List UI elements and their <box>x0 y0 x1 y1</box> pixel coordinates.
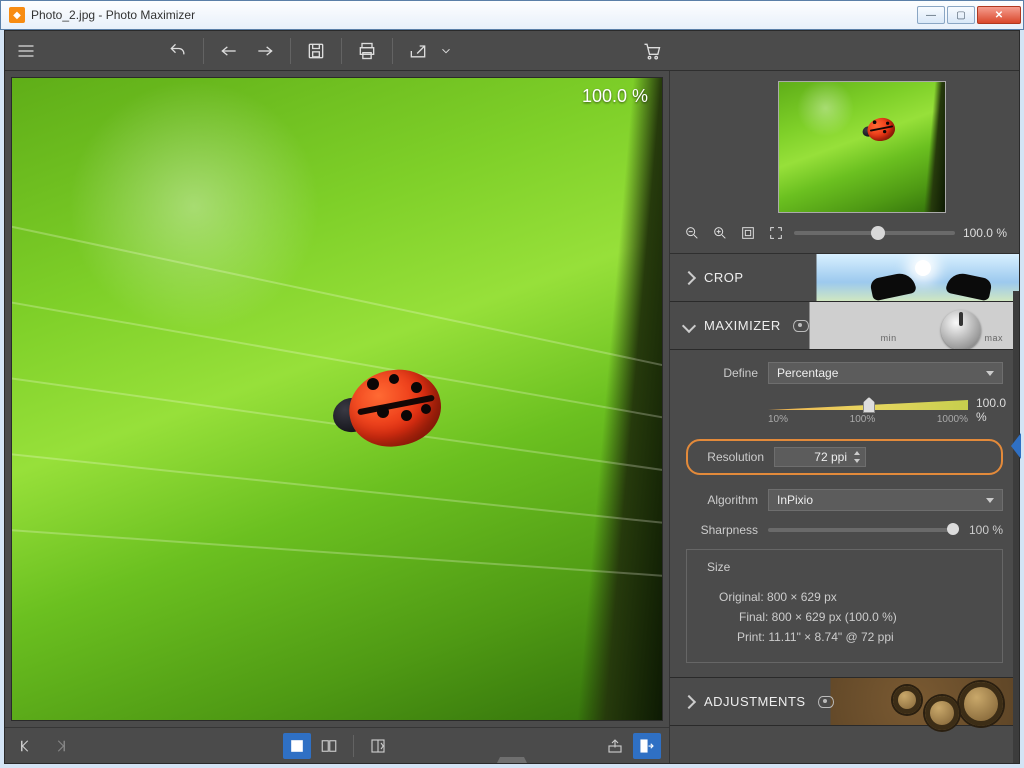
canvas-footer <box>5 727 669 763</box>
toolbar-separator <box>290 38 291 64</box>
app-icon: ◆ <box>9 7 25 23</box>
panel-maximizer-header[interactable]: MAXIMIZER min max <box>670 302 1019 350</box>
tick-1000: 1000% <box>937 414 968 425</box>
resolution-label: Resolution <box>698 450 764 464</box>
algorithm-select[interactable]: InPixio <box>768 489 1003 511</box>
navigator-thumbnail[interactable] <box>778 81 946 213</box>
share-dropdown[interactable] <box>439 36 453 66</box>
undo-button[interactable] <box>214 36 244 66</box>
chevron-right-icon <box>682 694 696 708</box>
cart-button[interactable] <box>637 36 667 66</box>
close-button[interactable]: ✕ <box>977 6 1021 24</box>
chevron-down-icon <box>682 318 696 332</box>
gear-icon <box>959 682 1003 726</box>
actual-size-icon[interactable] <box>766 223 786 243</box>
resolution-input[interactable]: 72 ppi <box>774 447 866 467</box>
dial-icon <box>941 310 981 350</box>
fit-screen-icon[interactable] <box>738 223 758 243</box>
percentage-value: 100.0 % <box>976 396 1006 424</box>
photo-ladybug <box>331 360 451 455</box>
panel-crop-title: CROP <box>704 270 744 285</box>
main-pane: 100.0 % <box>5 71 669 763</box>
footer-separator <box>353 735 354 757</box>
toolbar-separator <box>392 38 393 64</box>
chevron-right-icon <box>682 270 696 284</box>
share-button[interactable] <box>403 36 433 66</box>
print-button[interactable] <box>352 36 382 66</box>
toolbar-separator <box>203 38 204 64</box>
menu-button[interactable] <box>11 36 41 66</box>
caret-down-icon <box>986 371 994 376</box>
caret-down-icon <box>986 498 994 503</box>
resolution-step-up[interactable] <box>851 449 863 457</box>
panel-adjustments-header[interactable]: ADJUSTMENTS <box>670 678 1019 726</box>
undo-history-button[interactable] <box>163 36 193 66</box>
visibility-icon[interactable] <box>818 696 834 708</box>
side-panel: 100.0 % CROP MAXIMIZER min <box>669 71 1019 763</box>
export-right-button[interactable] <box>633 733 661 759</box>
panels-accordion: CROP MAXIMIZER min max <box>670 253 1019 763</box>
window-titlebar: ◆ Photo_2.jpg - Photo Maximizer — ▢ ✕ <box>0 0 1024 30</box>
image-canvas[interactable]: 100.0 % <box>11 77 663 721</box>
size-original: Original: 800 × 629 px <box>719 590 988 604</box>
panel-crop-header[interactable]: CROP <box>670 254 1019 302</box>
sharpness-label: Sharpness <box>686 523 758 537</box>
resolution-value: 72 ppi <box>814 450 847 464</box>
percentage-slider[interactable]: 10% 100% 1000% <box>768 400 968 425</box>
view-single-button[interactable] <box>283 733 311 759</box>
view-compare-button[interactable] <box>315 733 343 759</box>
toolbar-separator <box>341 38 342 64</box>
navigator-zoom-row: 100.0 % <box>670 217 1019 253</box>
size-print: Print: 11.11" × 8.74" @ 72 ppi <box>737 630 988 644</box>
size-final: Final: 800 × 629 px (100.0 %) <box>739 610 988 624</box>
zoom-out-icon[interactable] <box>682 223 702 243</box>
next-image-button[interactable] <box>45 733 73 759</box>
define-value: Percentage <box>777 366 838 380</box>
prev-image-button[interactable] <box>13 733 41 759</box>
resolution-row-highlight: Resolution 72 ppi <box>686 439 1003 475</box>
window-title: Photo_2.jpg - Photo Maximizer <box>31 8 917 22</box>
app-frame: 100.0 % <box>4 30 1020 764</box>
minimize-button[interactable]: — <box>917 6 945 24</box>
crop-art-hands <box>871 265 991 297</box>
size-title: Size <box>701 560 736 574</box>
panel-maximizer-body: Define Percentage 10% 100% <box>670 350 1019 678</box>
canvas-zoom-label: 100.0 % <box>582 86 648 107</box>
tick-100: 100% <box>850 414 876 425</box>
sharpness-value: 100 % <box>969 523 1003 537</box>
define-select[interactable]: Percentage <box>768 362 1003 384</box>
zoom-value: 100.0 % <box>963 226 1007 240</box>
zoom-slider[interactable] <box>794 231 955 235</box>
side-scrollbar[interactable] <box>1013 291 1019 763</box>
define-label: Define <box>686 366 758 380</box>
algorithm-label: Algorithm <box>686 493 758 507</box>
view-split-button[interactable] <box>364 733 392 759</box>
resolution-step-down[interactable] <box>851 457 863 465</box>
percentage-knob[interactable] <box>863 397 875 413</box>
visibility-icon[interactable] <box>793 320 809 332</box>
save-button[interactable] <box>301 36 331 66</box>
gear-icon <box>925 696 959 730</box>
tick-10: 10% <box>768 414 788 425</box>
main-toolbar <box>5 31 1019 71</box>
gear-icon <box>893 686 921 714</box>
maximize-button[interactable]: ▢ <box>947 6 975 24</box>
footer-expand-handle[interactable] <box>497 757 527 763</box>
export-up-button[interactable] <box>601 733 629 759</box>
redo-button[interactable] <box>250 36 280 66</box>
panel-adjustments-title: ADJUSTMENTS <box>704 694 806 709</box>
dial-labels: min max <box>803 333 1019 343</box>
size-group: Size Original: 800 × 629 px Final: 800 ×… <box>686 549 1003 663</box>
sharpness-slider[interactable] <box>768 528 959 532</box>
panel-maximizer-title: MAXIMIZER <box>704 318 781 333</box>
zoom-in-icon[interactable] <box>710 223 730 243</box>
algorithm-value: InPixio <box>777 493 813 507</box>
